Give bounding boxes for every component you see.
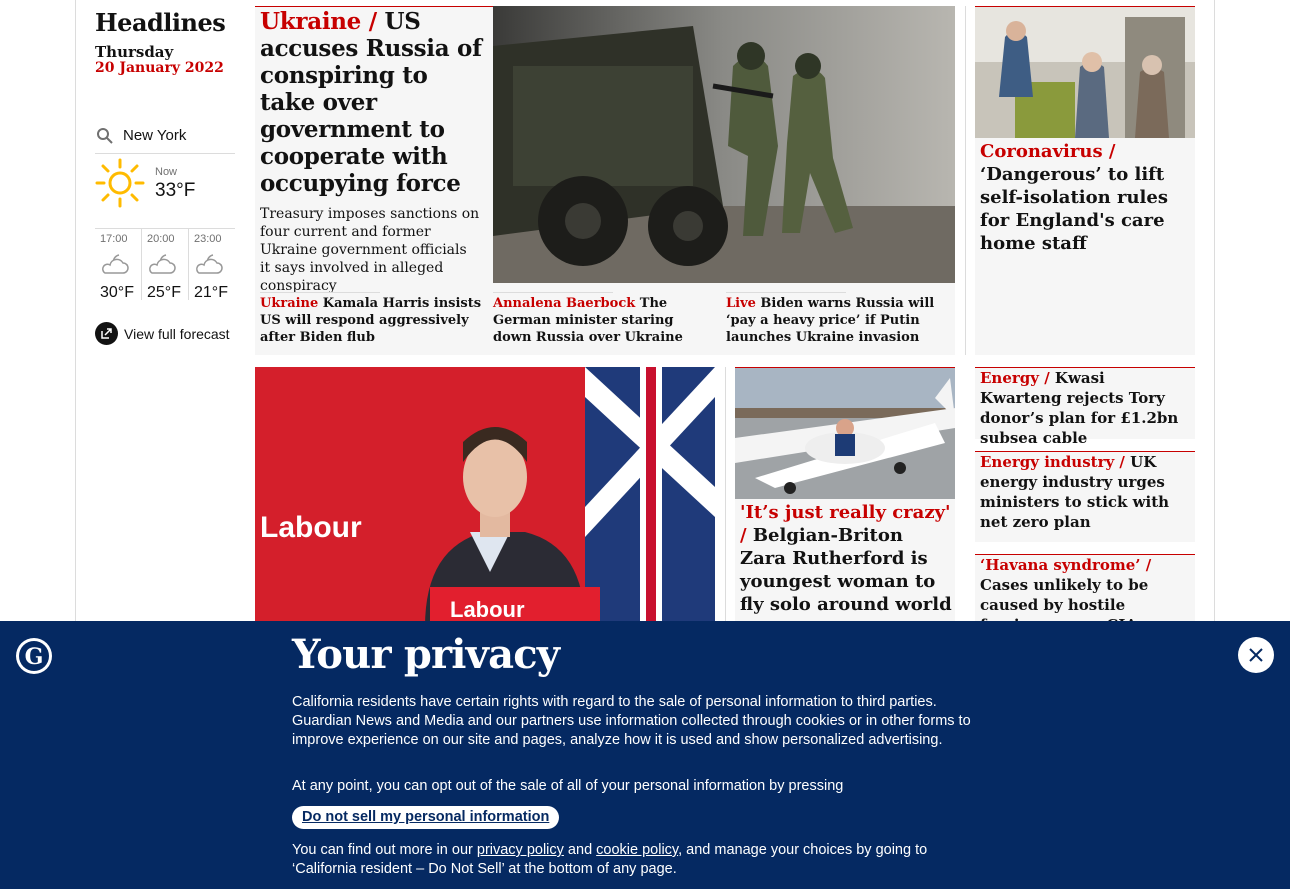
- forecast-temperature: 30°F: [100, 284, 134, 301]
- care-home-image[interactable]: [975, 7, 1195, 138]
- weather-now: Now 33°F: [95, 156, 235, 226]
- main-story-image[interactable]: [493, 6, 955, 283]
- external-link-icon: [95, 322, 118, 345]
- partly-cloudy-night-icon: [149, 254, 176, 274]
- labour-sign-podium: Labour: [450, 597, 525, 622]
- plane-image[interactable]: [735, 368, 955, 499]
- weather-location-label: New York: [123, 127, 187, 144]
- main-story-kicker: Ukraine /: [260, 8, 377, 35]
- story-headline-text: ‘Dangerous’ to lift self-isolation rules…: [980, 164, 1168, 254]
- coronavirus-story-headline[interactable]: Coronavirus / ‘Dangerous’ to lift self-i…: [980, 140, 1192, 255]
- cookie-policy-link[interactable]: cookie policy: [596, 842, 678, 858]
- forecast-item: 17:00 30°F: [95, 229, 142, 301]
- privacy-banner: G Your privacy California residents have…: [0, 621, 1290, 889]
- sublink-kicker: Annalena Baerbock: [493, 296, 636, 311]
- column-divider: [965, 6, 966, 355]
- partly-cloudy-night-icon: [196, 254, 223, 274]
- sublink-kicker: Live: [726, 296, 756, 311]
- and-text: and: [563, 842, 597, 858]
- section-title: Headlines: [95, 8, 226, 37]
- svg-text:G: G: [25, 644, 44, 670]
- partly-cloudy-night-icon: [102, 254, 129, 274]
- labour-sign-left: Labour: [260, 511, 362, 544]
- forecast-temperature: 25°F: [147, 284, 181, 301]
- forecast-temperature: 21°F: [194, 284, 228, 301]
- main-story-headline-text: US accuses Russia of conspiring to take …: [260, 8, 482, 197]
- forecast-time: 20:00: [147, 233, 175, 245]
- story-kicker: Coronavirus /: [980, 141, 1116, 162]
- forecast-item: 20:00 25°F: [142, 229, 189, 301]
- close-banner-button[interactable]: [1238, 637, 1274, 673]
- story-kicker: Energy industry /: [980, 453, 1125, 471]
- privacy-opt-out-text: At any point, you can opt out of the sal…: [292, 778, 844, 794]
- forecast-time: 23:00: [194, 233, 222, 245]
- find-more-prefix: You can find out more in our: [292, 842, 477, 858]
- story-kicker: ‘Havana syndrome’ /: [980, 556, 1152, 574]
- now-label: Now: [155, 166, 178, 178]
- small-story[interactable]: Energy / Kwasi Kwarteng rejects Tory don…: [975, 367, 1195, 447]
- weather-location[interactable]: New York: [95, 118, 235, 154]
- full-forecast-link[interactable]: View full forecast: [95, 322, 230, 345]
- day-label: Thursday: [95, 43, 174, 61]
- privacy-find-more: You can find out more in our privacy pol…: [292, 841, 992, 879]
- sublink[interactable]: Annalena Baerbock The German minister st…: [493, 292, 715, 346]
- privacy-policy-link[interactable]: privacy policy: [477, 842, 564, 858]
- labour-politician-image[interactable]: Labour Labour: [255, 367, 715, 627]
- forecast-time: 17:00: [100, 233, 128, 245]
- search-icon: [97, 127, 113, 144]
- sun-icon: [95, 158, 145, 208]
- close-icon: [1249, 648, 1263, 662]
- small-story[interactable]: Energy industry / UK energy industry urg…: [975, 451, 1195, 542]
- full-forecast-label: View full forecast: [124, 325, 230, 342]
- guardian-logo-icon: G: [16, 638, 52, 674]
- story-headline-text: Belgian-Briton Zara Rutherford is younge…: [740, 525, 952, 615]
- now-temperature: 33°F: [155, 180, 196, 201]
- main-story-standfirst: Treasury imposes sanctions on four curre…: [260, 206, 480, 294]
- main-story-headline[interactable]: Ukraine / US accuses Russia of conspirin…: [260, 8, 485, 197]
- do-not-sell-button[interactable]: Do not sell my personal information: [292, 806, 560, 829]
- zara-story-headline[interactable]: 'It’s just really crazy' / Belgian-Brito…: [740, 501, 952, 616]
- date-label: 20 January 2022: [95, 60, 224, 76]
- forecast-item: 23:00 21°F: [189, 229, 235, 301]
- privacy-body: California residents have certain rights…: [292, 694, 971, 748]
- hourly-forecast: 17:00 30°F 20:00 25°F 23:00 21°F: [95, 228, 235, 301]
- sublink-text: Biden warns Russia will ‘pay a heavy pri…: [726, 296, 935, 345]
- privacy-title: Your privacy: [292, 631, 560, 678]
- sublink[interactable]: Live Biden warns Russia will ‘pay a heav…: [726, 292, 948, 346]
- sublink[interactable]: Ukraine Kamala Harris insists US will re…: [260, 292, 482, 346]
- story-kicker: Energy /: [980, 369, 1050, 387]
- sublink-kicker: Ukraine: [260, 296, 319, 311]
- column-divider: [725, 367, 726, 627]
